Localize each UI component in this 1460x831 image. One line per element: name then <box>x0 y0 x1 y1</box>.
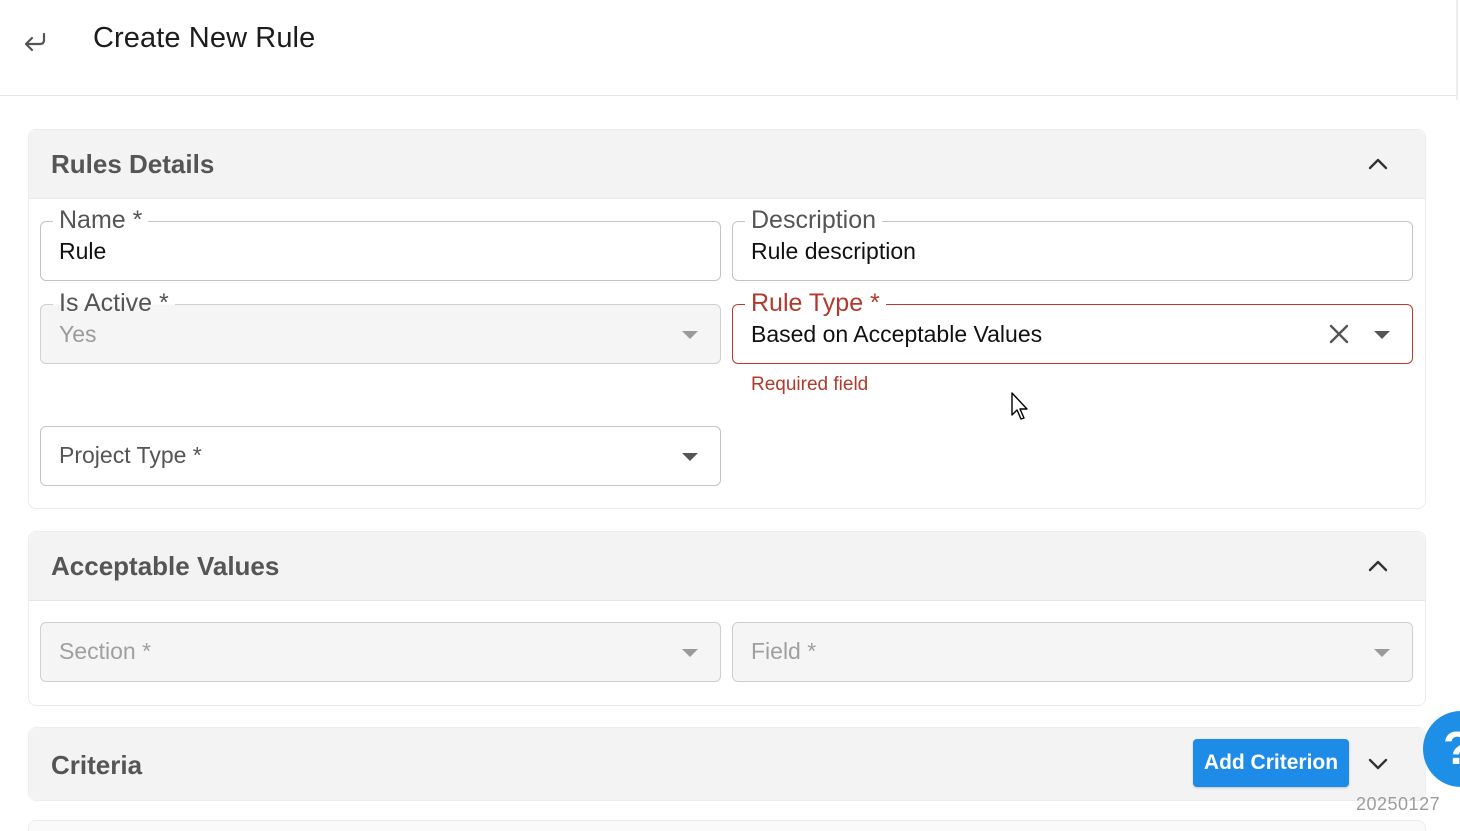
description-value: Rule description <box>751 238 916 264</box>
mouse-cursor-icon <box>1011 392 1028 420</box>
description-label: Description <box>745 206 883 234</box>
rules-details-title: Rules Details <box>51 149 215 179</box>
dropdown-arrow-icon[interactable] <box>682 453 698 461</box>
project-type-label: Project Type * <box>59 442 202 468</box>
name-field[interactable]: Name * Rule <box>40 206 721 281</box>
name-label: Name * <box>53 206 149 234</box>
dropdown-arrow-icon[interactable] <box>682 649 698 657</box>
section-select[interactable]: Section * <box>40 622 721 682</box>
version-stamp: 20250127 <box>1356 794 1441 814</box>
dropdown-arrow-icon[interactable] <box>1374 649 1390 657</box>
field-select[interactable]: Field * <box>732 622 1413 682</box>
chevron-down-icon[interactable] <box>1367 754 1389 774</box>
chevron-up-icon[interactable] <box>1367 154 1389 174</box>
rules-details-card: Rules Details Name * Rule Description Ru… <box>28 129 1426 509</box>
project-type-select[interactable]: Project Type * <box>40 426 721 486</box>
is-active-value: Yes <box>59 321 97 347</box>
criteria-title: Criteria <box>51 750 143 780</box>
criteria-header[interactable]: Criteria Add Criterion <box>29 728 1425 800</box>
rules-details-header[interactable]: Rules Details <box>29 130 1425 199</box>
clear-icon[interactable] <box>1328 323 1350 345</box>
help-button[interactable]: ? <box>1423 711 1460 787</box>
rule-type-label: Rule Type * <box>745 289 886 317</box>
description-field[interactable]: Description Rule description <box>732 206 1413 281</box>
criteria-card: Criteria Add Criterion <box>28 727 1426 801</box>
acceptable-values-card: Acceptable Values Section * Field * <box>28 531 1426 706</box>
window-edge <box>1456 0 1458 100</box>
acceptable-values-header[interactable]: Acceptable Values <box>29 532 1425 601</box>
acceptable-values-title: Acceptable Values <box>51 551 280 581</box>
next-card-edge <box>28 820 1426 831</box>
dropdown-arrow-icon[interactable] <box>1374 331 1390 339</box>
name-value: Rule <box>59 238 107 264</box>
back-arrow-icon[interactable] <box>22 28 50 54</box>
page-title: Create New Rule <box>93 22 316 54</box>
top-bar: Create New Rule <box>0 0 1456 96</box>
add-criterion-button[interactable]: Add Criterion <box>1193 739 1349 787</box>
is-active-label: Is Active * <box>53 289 175 317</box>
help-icon: ? <box>1443 721 1460 775</box>
rule-type-select[interactable]: Rule Type * Based on Acceptable Values <box>732 289 1413 364</box>
chevron-up-icon[interactable] <box>1367 556 1389 576</box>
field-label: Field * <box>751 638 817 664</box>
dropdown-arrow-icon[interactable] <box>682 331 698 339</box>
rule-type-value: Based on Acceptable Values <box>751 321 1043 347</box>
section-label: Section * <box>59 638 152 664</box>
rule-type-error: Required field <box>751 374 869 395</box>
is-active-select[interactable]: Is Active * Yes <box>40 289 721 364</box>
